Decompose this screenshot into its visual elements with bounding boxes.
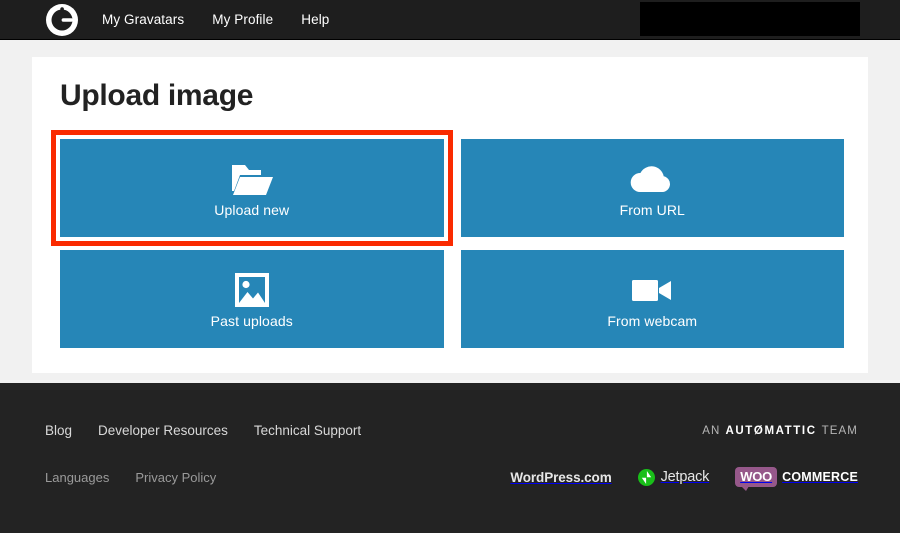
jetpack-logo-label: Jetpack bbox=[660, 469, 710, 485]
automattic-prefix: AN bbox=[702, 424, 721, 437]
footer-link-blog[interactable]: Blog bbox=[45, 423, 72, 438]
open-folder-icon bbox=[230, 158, 274, 200]
nav-item-help[interactable]: Help bbox=[301, 12, 329, 27]
gravatar-logo-icon[interactable] bbox=[44, 2, 80, 38]
jetpack-bolt-icon bbox=[637, 468, 655, 486]
automattic-wordmark: AUTØMATTIC bbox=[725, 424, 817, 437]
footer-link-technical-support[interactable]: Technical Support bbox=[254, 423, 361, 438]
from-url-button[interactable]: From URL bbox=[460, 139, 844, 237]
automattic-suffix: TEAM bbox=[821, 424, 858, 437]
past-uploads-button[interactable]: Past uploads bbox=[60, 250, 444, 348]
upload-options-grid: Upload new From URL Past uploads From we… bbox=[56, 135, 844, 361]
nav-item-my-profile[interactable]: My Profile bbox=[212, 12, 273, 27]
upload-options-row-2: Past uploads From webcam bbox=[60, 250, 844, 348]
footer-primary-links: Blog Developer Resources Technical Suppo… bbox=[45, 423, 387, 438]
woocommerce-logo[interactable]: WOO COMMERCE bbox=[735, 467, 858, 491]
past-uploads-label: Past uploads bbox=[210, 313, 293, 329]
upload-image-card: Upload image Upload new From URL Past up… bbox=[32, 57, 868, 373]
automattic-badge: AN AUTØMATTIC TEAM bbox=[702, 425, 858, 437]
page-title: Upload image bbox=[60, 79, 254, 112]
footer-link-languages[interactable]: Languages bbox=[45, 470, 109, 485]
footer-link-developer-resources[interactable]: Developer Resources bbox=[98, 423, 228, 438]
footer-brand-logos: WordPress.com Jetpack WOO COMMERCE bbox=[510, 467, 858, 491]
footer-secondary-links: Languages Privacy Policy bbox=[45, 470, 242, 485]
video-camera-icon bbox=[630, 269, 674, 311]
wordpress-logo[interactable]: WordPress.com bbox=[510, 470, 611, 485]
upload-new-label: Upload new bbox=[214, 202, 290, 218]
page-root: My Gravatars My Profile Help Upload imag… bbox=[0, 0, 900, 533]
footer-row-primary: Blog Developer Resources Technical Suppo… bbox=[45, 423, 858, 438]
upload-options-row-1: Upload new From URL bbox=[56, 135, 844, 241]
woocommerce-label: COMMERCE bbox=[782, 470, 858, 484]
footer-row-secondary: Languages Privacy Policy WordPress.com J… bbox=[45, 467, 858, 491]
wordpress-logo-label: WordPress.com bbox=[510, 469, 612, 485]
top-navigation-bar: My Gravatars My Profile Help bbox=[0, 0, 900, 40]
from-webcam-label: From webcam bbox=[607, 313, 698, 329]
from-url-label: From URL bbox=[619, 202, 685, 218]
jetpack-logo[interactable]: Jetpack bbox=[637, 468, 710, 486]
redacted-account-area bbox=[640, 2, 860, 36]
footer-link-privacy-policy[interactable]: Privacy Policy bbox=[135, 470, 216, 485]
cloud-icon bbox=[629, 158, 675, 200]
woocommerce-badge: WOO bbox=[735, 467, 778, 491]
nav-item-my-gravatars[interactable]: My Gravatars bbox=[102, 12, 184, 27]
upload-new-button[interactable]: Upload new bbox=[56, 135, 448, 241]
image-icon bbox=[233, 269, 271, 311]
main-nav: My Gravatars My Profile Help bbox=[102, 12, 357, 27]
from-webcam-button[interactable]: From webcam bbox=[460, 250, 844, 348]
page-footer: Blog Developer Resources Technical Suppo… bbox=[0, 383, 900, 533]
